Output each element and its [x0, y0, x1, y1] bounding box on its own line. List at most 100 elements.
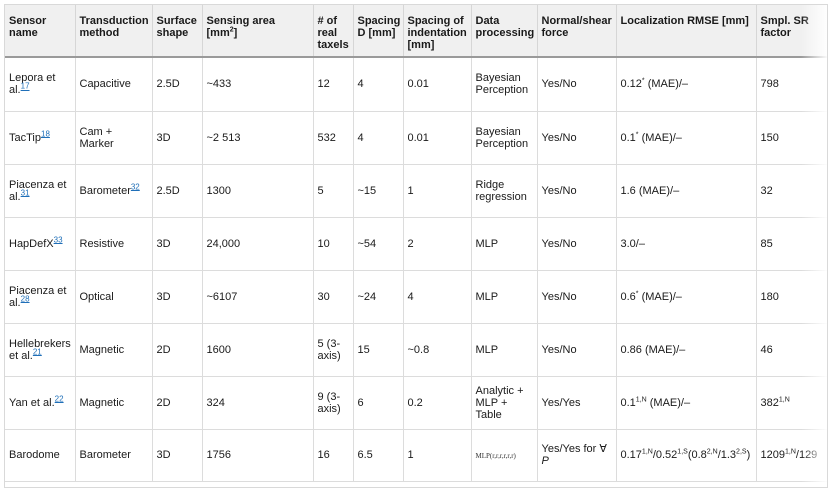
sr-factor: 85 [760, 237, 773, 250]
rmse-cell: 0.11,N (MAE)/– [616, 376, 757, 430]
indentation-value: 4 [407, 290, 414, 303]
rmse-cell: 1.6 (MAE)/– [616, 164, 757, 218]
sr-factor-cell: 85 [756, 217, 827, 271]
sensor-name: Barodome [9, 449, 60, 461]
sensor-name-cell: Piacenza et al.28 [5, 270, 76, 324]
sensing-area: 1600 [206, 343, 231, 356]
sensor-name: Piacenza et [9, 178, 67, 191]
reference-link[interactable]: 32 [131, 182, 140, 191]
force-cell: Yes/No [537, 111, 617, 165]
column-header-line: shape [156, 27, 189, 39]
normal-shear-force: Yes/Yes for ∀ [541, 443, 607, 455]
normal-shear-force: Yes/No [541, 131, 577, 144]
surface-shape: 3D [156, 290, 171, 303]
indentation-cell: 0.01 [403, 111, 472, 165]
sensing-area-cell: ~6107 [202, 270, 314, 324]
reference-link[interactable]: 22 [55, 394, 64, 403]
surface-shape: 3D [156, 237, 171, 250]
transduction-method-cell: Magnetic [75, 323, 153, 377]
sensor-name-cell: TacTip18 [5, 111, 76, 165]
indentation-cell: 2 [403, 217, 472, 271]
data-processing-cell: Bayesian Perception [471, 111, 538, 165]
sensor-name-cell: Yan et al.22 [5, 376, 76, 430]
sensing-area-cell: 1600 [202, 323, 314, 377]
indentation-cell: 1 [403, 164, 472, 218]
sensor-name: TacTip [9, 131, 41, 144]
surface-shape: 3D [156, 449, 171, 461]
column-header-line: Transduction [79, 15, 149, 27]
sr-factor: 1209 [760, 449, 785, 461]
rmse-cell: 0.86 (MAE)/– [616, 323, 757, 377]
transduction-method: Magnetic [79, 396, 125, 409]
sr-factor: 180 [760, 290, 779, 303]
spacing-value: 6.5 [357, 449, 373, 461]
column-header-line: method [79, 27, 120, 39]
sr-factor-cell: 798 [756, 57, 827, 112]
spacing-cell: 4 [353, 111, 404, 165]
column-header: Transduction method [75, 5, 153, 58]
indentation-value: 0.01 [407, 78, 429, 91]
data-processing: Bayesian [475, 72, 521, 85]
normal-shear-force: Yes/No [541, 78, 577, 91]
sr-superscript: 1,N [778, 395, 790, 403]
spacing-value: ~24 [357, 290, 377, 303]
sensing-area: 1300 [206, 184, 231, 197]
column-header: Smpl. SR factor [756, 5, 827, 58]
sensing-area-cell: ~2 513 [202, 111, 314, 165]
taxel-count: 16 [317, 449, 330, 461]
data-processing-cell: Bayesian Perception [471, 57, 538, 112]
indentation-cell: 1 [403, 429, 472, 482]
rmse-value: 0.1 [620, 131, 636, 144]
reference-link[interactable]: 33 [54, 235, 63, 244]
column-header: Normal/shear force [537, 5, 617, 58]
sensing-area: 324 [206, 396, 225, 409]
sensor-name-cell: Hellebrekers et al.21 [5, 323, 76, 377]
taxels-cell: 5 (3- axis) [313, 323, 354, 377]
indentation-cell: 4 [403, 270, 472, 324]
force-cell: Yes/No [537, 57, 617, 112]
sr-factor: 382 [760, 396, 779, 409]
force-cell: Yes/No [537, 164, 617, 218]
spacing-value: 6 [357, 396, 364, 409]
spacing-value: 4 [357, 78, 364, 91]
taxel-count: 30 [317, 290, 330, 303]
surface-shape-cell: 2.5D [152, 57, 203, 112]
reference-link[interactable]: 28 [21, 294, 30, 303]
sensor-name: al. [9, 84, 21, 97]
force-cell: Yes/No [537, 323, 617, 377]
column-header: Spacing of indentation [mm] [403, 5, 472, 58]
sensor-name: et al. [9, 349, 33, 362]
header-row: Sensor name Transduction method Surface shape… [5, 5, 827, 58]
column-header-line: [mm] [407, 39, 435, 51]
indentation-value: 0.2 [407, 396, 423, 409]
rmse-value: 0.12 [620, 78, 642, 91]
surface-shape-cell: 3D [152, 270, 203, 324]
table-row: Lepora et al.17 Capacitive 2.5D ~433 12 4 0.01 B… [5, 57, 827, 112]
rmse-value: /0.52 [652, 449, 678, 461]
rmse-value: (MAE)/– [638, 290, 682, 303]
rmse-cell: 0.6* (MAE)/– [616, 270, 757, 324]
column-header: Sensing area [mm2] [202, 5, 314, 58]
transduction-method-cell: Resistive [75, 217, 153, 271]
spacing-cell: ~24 [353, 270, 404, 324]
sensing-area-cell: 24,000 [202, 217, 314, 271]
transduction-method-cell: Barometer32 [75, 164, 153, 218]
surface-shape-cell: 2D [152, 323, 203, 377]
sr-factor: 46 [760, 343, 773, 356]
transduction-method-cell: Magnetic [75, 376, 153, 430]
reference-link[interactable]: 18 [41, 129, 50, 138]
column-header-line: name [9, 27, 38, 39]
reference-link[interactable]: 17 [21, 82, 30, 91]
reference-link[interactable]: 21 [33, 347, 42, 356]
taxel-count: 5 [317, 184, 324, 197]
column-header-line: D [mm] [357, 27, 396, 39]
data-processing-cell: Analytic + MLP + Table [471, 376, 538, 430]
column-header-line: ] [233, 27, 238, 39]
spacing-cell: 6 [353, 376, 404, 430]
rmse-value: 0.17 [620, 449, 642, 461]
normal-shear-force: Yes/No [541, 237, 577, 250]
reference-link[interactable]: 31 [21, 188, 30, 197]
sensor-name: HapDefX [9, 237, 54, 250]
sensing-area: ~6107 [206, 290, 238, 303]
sensor-comparison-table: Sensor name Transduction method Surface shape… [5, 5, 827, 482]
